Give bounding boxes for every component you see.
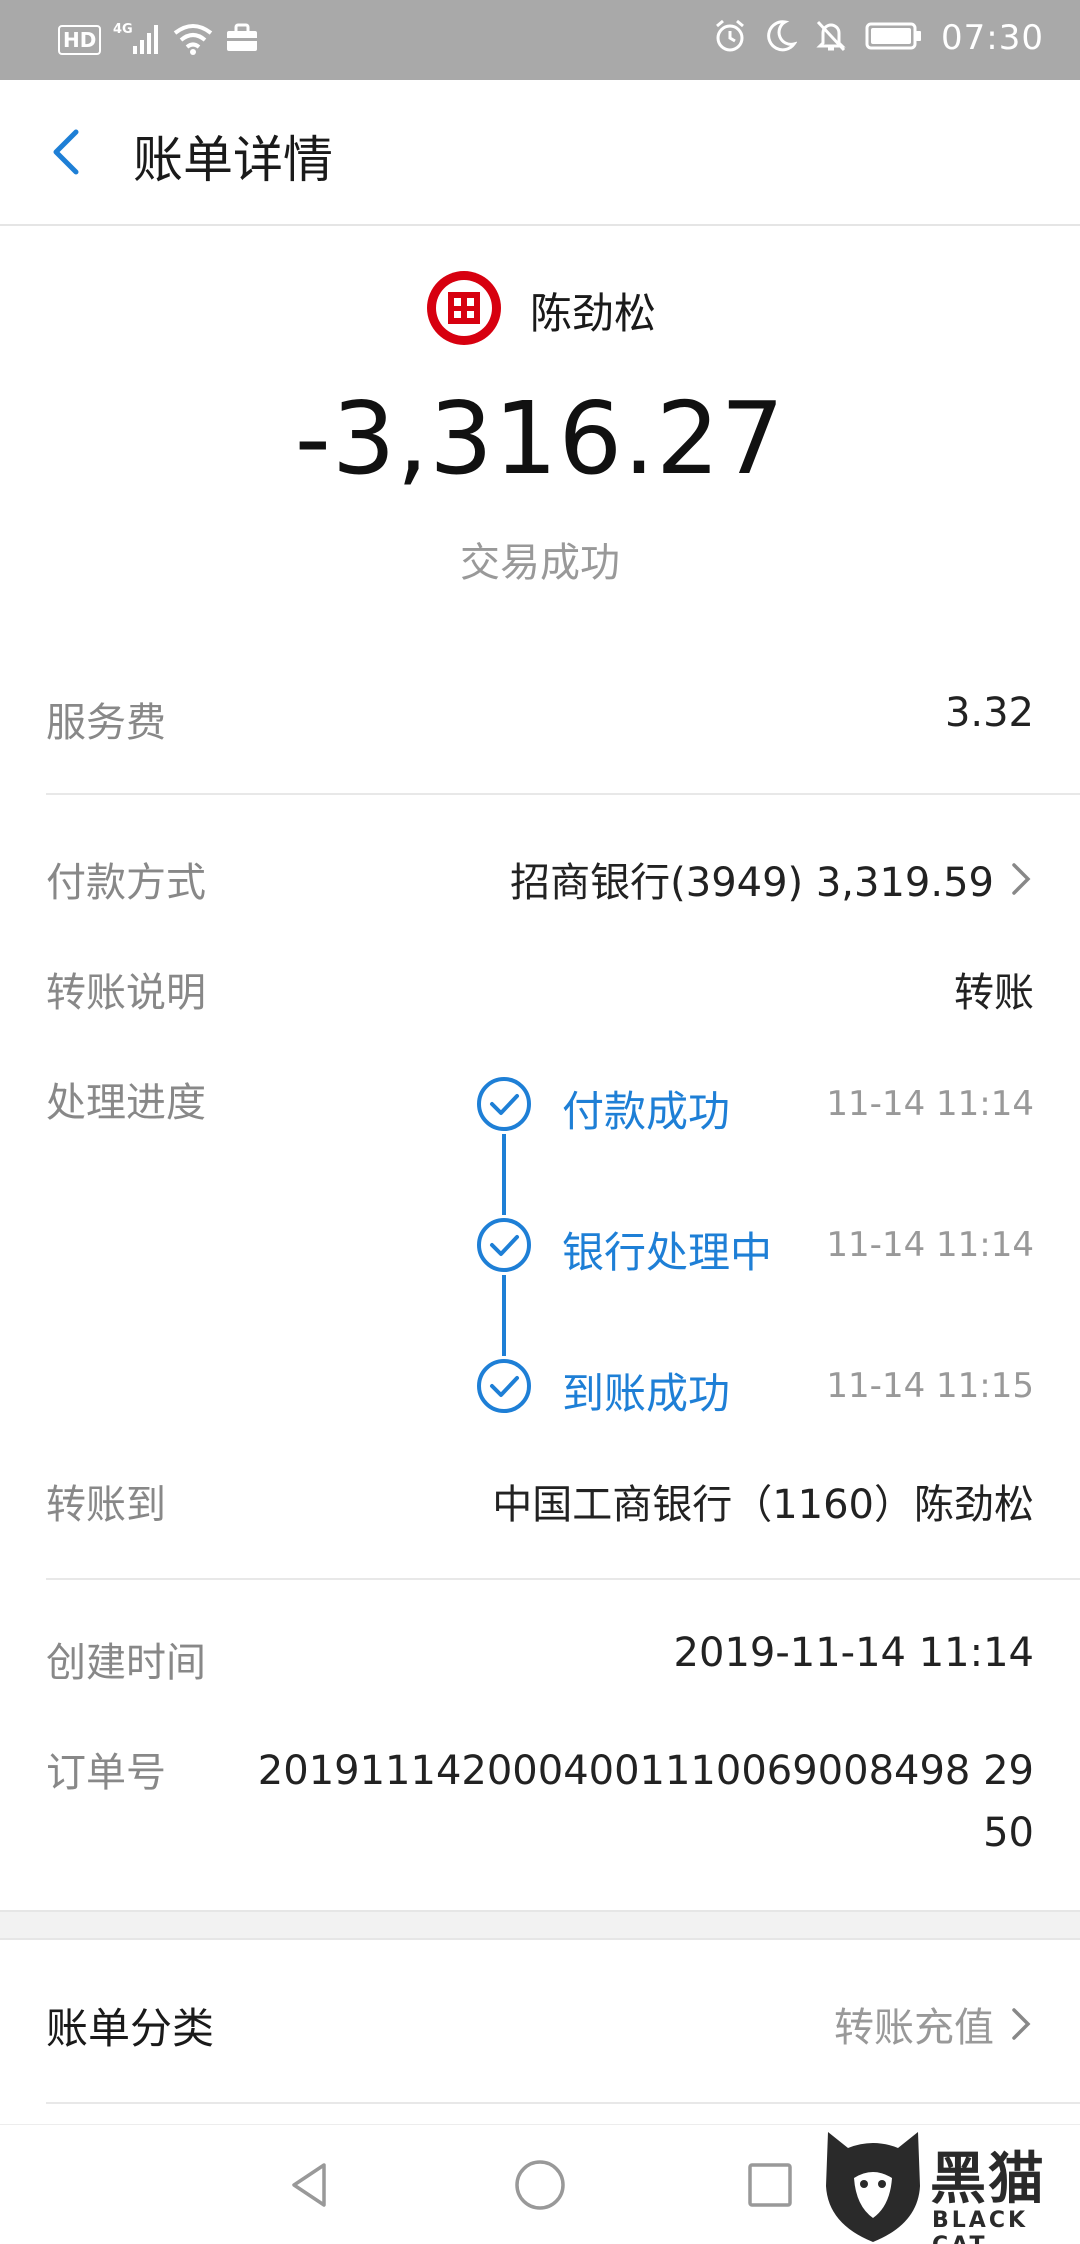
alarm-icon (713, 19, 747, 57)
category-label: 账单分类 (46, 2004, 215, 2053)
progress-timeline: 付款成功 11-14 11:14 银行处理中 11-14 11:14 到账成功 … (0, 1070, 1080, 1430)
chevron-left-icon (53, 129, 79, 175)
watermark-en: BLACK CAT (932, 2208, 1029, 2244)
nav-home-button[interactable] (510, 2155, 570, 2215)
nav-back-button[interactable] (280, 2155, 340, 2215)
step-label: 银行处理中 (562, 1228, 773, 1277)
watermark-cn: 黑猫 (930, 2147, 1046, 2212)
payee-name: 陈劲松 (529, 288, 656, 338)
back-button[interactable] (40, 122, 100, 182)
triangle-back-icon (292, 2163, 326, 2207)
timeline-step: 银行处理中 11-14 11:14 (474, 1215, 1080, 1277)
transfer-to-value: 中国工商银行（1160）陈劲松 (492, 1482, 1034, 1528)
circle-home-icon (515, 2160, 565, 2210)
divider (46, 2102, 1080, 2104)
transaction-status: 交易成功 (460, 540, 620, 586)
step-label: 付款成功 (562, 1087, 731, 1136)
category-row[interactable]: 转账充值 (834, 1995, 1034, 2053)
battery-icon (865, 21, 923, 55)
payee-info: 陈劲松 (0, 270, 1080, 350)
timeline-step: 付款成功 11-14 11:14 (474, 1074, 1080, 1136)
network-type-label: 4G (113, 22, 133, 37)
black-cat-watermark: 黑猫 BLACK CAT (810, 2124, 1080, 2244)
payment-method-label: 付款方式 (46, 860, 206, 906)
fee-value: 3.32 (944, 690, 1034, 736)
transfer-to-label: 转账到 (46, 1482, 166, 1528)
divider (46, 1578, 1080, 1580)
moon-icon (765, 19, 798, 57)
signal-4g-icon: 4G (113, 20, 161, 60)
check-circle-icon (474, 1356, 534, 1416)
step-time: 11-14 11:14 (826, 1225, 1034, 1265)
step-time: 11-14 11:14 (826, 1084, 1034, 1124)
payment-method-value: 招商银行(3949) 3,319.59 (510, 860, 994, 906)
chevron-right-icon (1012, 863, 1031, 895)
icbc-logo-icon (424, 268, 504, 352)
category-value: 转账充值 (834, 2005, 994, 2051)
order-number-label: 订单号 (46, 1750, 166, 1796)
created-time-label: 创建时间 (46, 1640, 206, 1686)
fee-label: 服务费 (46, 700, 166, 746)
step-label: 到账成功 (562, 1369, 731, 1418)
app-header: 账单详情 (0, 80, 1080, 226)
step-time: 11-14 11:15 (826, 1366, 1034, 1406)
created-time-value: 2019-11-14 11:14 (673, 1630, 1034, 1676)
transfer-note-label: 转账说明 (46, 970, 206, 1016)
divider (46, 793, 1080, 795)
briefcase-icon (225, 23, 259, 57)
hd-icon: HD (58, 25, 102, 55)
transaction-amount: -3,316.27 (294, 380, 786, 497)
chevron-right-icon (1012, 2008, 1031, 2040)
mute-bell-icon (815, 19, 847, 57)
payment-method-row[interactable]: 招商银行(3949) 3,319.59 (510, 850, 1034, 908)
check-circle-icon (474, 1215, 534, 1275)
timeline-step: 到账成功 11-14 11:15 (474, 1356, 1080, 1418)
status-left-icons: HD 4G (58, 20, 259, 60)
wifi-icon (173, 21, 213, 59)
status-bar: HD 4G 07:30 (0, 0, 1080, 80)
cat-shield-icon (826, 2132, 920, 2242)
section-separator (0, 1910, 1080, 1940)
order-number-value: 2019111420004001110069008498 2950 (257, 1748, 1034, 1856)
nav-recents-button[interactable] (740, 2155, 800, 2215)
transfer-note-value: 转账 (954, 970, 1034, 1016)
page-title: 账单详情 (133, 131, 333, 189)
square-recents-icon (748, 2163, 792, 2207)
check-circle-icon (474, 1074, 534, 1134)
status-time: 07:30 (941, 18, 1044, 58)
status-right-icons: 07:30 (713, 18, 1044, 58)
